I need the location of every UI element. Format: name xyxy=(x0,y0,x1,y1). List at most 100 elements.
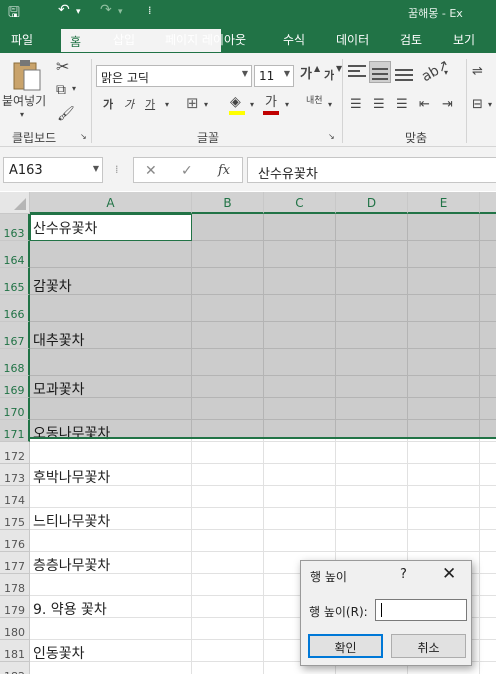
align-left-icon[interactable]: ☰ xyxy=(350,98,362,111)
name-box[interactable]: A163 ▼ xyxy=(3,157,103,183)
clipboard-launcher-icon[interactable]: ↘ xyxy=(80,133,87,141)
align-middle-icon[interactable] xyxy=(369,61,391,83)
bold-button[interactable]: 가 xyxy=(103,99,113,110)
cell-a[interactable] xyxy=(30,618,192,640)
row-header[interactable]: 178 xyxy=(0,574,30,596)
align-top-icon[interactable] xyxy=(348,63,366,79)
cell[interactable] xyxy=(192,442,264,464)
tab-formulas[interactable]: 수식 xyxy=(283,31,305,48)
tab-view[interactable]: 보기 xyxy=(453,31,475,48)
cell[interactable] xyxy=(264,530,336,552)
row-header[interactable]: 174 xyxy=(0,486,30,508)
cell[interactable] xyxy=(192,530,264,552)
cell[interactable] xyxy=(480,596,496,618)
row-header[interactable]: 169 xyxy=(0,376,30,398)
help-icon[interactable]: ? xyxy=(400,567,407,582)
row-header[interactable]: 179 xyxy=(0,596,30,618)
phonetic-dropdown-icon[interactable]: ▾ xyxy=(328,101,332,109)
cell[interactable] xyxy=(408,530,480,552)
cell[interactable] xyxy=(480,640,496,662)
row-header[interactable]: 181 xyxy=(0,640,30,662)
tab-page-layout[interactable]: 페이지 레이아웃 xyxy=(165,31,246,48)
copy-dropdown-icon[interactable]: ▾ xyxy=(72,85,76,93)
row-header[interactable]: 163 xyxy=(0,214,30,241)
font-size-select[interactable]: 11 ▼ xyxy=(254,65,294,87)
tab-review[interactable]: 검토 xyxy=(400,31,422,48)
cancel-icon[interactable]: ✕ xyxy=(145,164,157,178)
row-header[interactable]: 172 xyxy=(0,442,30,464)
cell-a[interactable]: 인동꽃차 xyxy=(30,640,192,662)
cell[interactable] xyxy=(264,486,336,508)
cell[interactable] xyxy=(264,508,336,530)
cell[interactable] xyxy=(264,442,336,464)
column-header-f[interactable] xyxy=(480,192,496,214)
cell-a[interactable]: 9. 약용 꽃차 xyxy=(30,596,192,618)
column-header-d[interactable]: D xyxy=(336,192,408,214)
column-header-e[interactable]: E xyxy=(408,192,480,214)
cell[interactable] xyxy=(408,508,480,530)
row-height-input[interactable] xyxy=(375,599,467,621)
font-color-button[interactable]: 가 xyxy=(265,96,277,109)
cell-a[interactable]: 느티나무꽃차 xyxy=(30,508,192,530)
cell[interactable] xyxy=(192,618,264,640)
row-header[interactable]: 166 xyxy=(0,295,30,322)
row-header[interactable]: 171 xyxy=(0,420,30,442)
cell-a[interactable]: 층층나무꽃차 xyxy=(30,552,192,574)
cell[interactable] xyxy=(480,618,496,640)
row-header[interactable]: 173 xyxy=(0,464,30,486)
fill-color-icon[interactable]: ◈ xyxy=(230,95,241,109)
cell[interactable] xyxy=(480,552,496,574)
cell-a[interactable] xyxy=(30,530,192,552)
cell[interactable] xyxy=(192,486,264,508)
tab-insert[interactable]: 삽입 xyxy=(113,31,135,48)
borders-icon[interactable]: ⊞ xyxy=(186,96,199,111)
align-right-icon[interactable]: ☰ xyxy=(396,98,408,111)
paste-button-label[interactable]: 붙여넣기 xyxy=(2,95,46,107)
cell[interactable] xyxy=(480,662,496,674)
insert-function-icon[interactable]: fx xyxy=(218,164,230,177)
font-launcher-icon[interactable]: ↘ xyxy=(328,133,335,141)
cell[interactable] xyxy=(480,508,496,530)
redo-icon[interactable]: ↷ xyxy=(100,2,112,18)
cell[interactable] xyxy=(192,464,264,486)
wrap-text-icon[interactable]: ⇌ xyxy=(472,65,483,78)
cell[interactable] xyxy=(192,552,264,574)
align-center-icon[interactable]: ☰ xyxy=(373,98,385,111)
cell[interactable] xyxy=(192,662,264,674)
undo-icon[interactable]: ↶ xyxy=(58,2,70,18)
cell-a[interactable] xyxy=(30,574,192,596)
increase-indent-icon[interactable]: ⇥ xyxy=(442,98,453,111)
cell-a[interactable] xyxy=(30,662,192,674)
cell[interactable] xyxy=(336,530,408,552)
column-header-b[interactable]: B xyxy=(192,192,264,214)
merge-dropdown-icon[interactable]: ▾ xyxy=(488,101,492,109)
italic-button[interactable]: 가 xyxy=(124,99,134,110)
row-header[interactable]: 182 xyxy=(0,662,30,674)
cell[interactable] xyxy=(480,464,496,486)
copy-icon[interactable]: ⧉ xyxy=(56,83,66,97)
cell[interactable] xyxy=(480,530,496,552)
cell[interactable] xyxy=(408,442,480,464)
underline-button[interactable]: 가 xyxy=(145,99,155,110)
cell-a[interactable] xyxy=(30,442,192,464)
merge-center-icon[interactable]: ⊟ xyxy=(472,98,483,111)
tab-file[interactable]: 파일 xyxy=(11,31,33,48)
fill-color-dropdown-icon[interactable]: ▾ xyxy=(250,101,254,109)
cell[interactable] xyxy=(336,508,408,530)
row-header[interactable]: 177 xyxy=(0,552,30,574)
cell[interactable] xyxy=(336,486,408,508)
cell[interactable] xyxy=(480,442,496,464)
font-name-select[interactable]: 맑은 고딕 ▼ xyxy=(96,65,252,87)
column-header-c[interactable]: C xyxy=(264,192,336,214)
select-all-corner[interactable] xyxy=(0,192,30,214)
enter-icon[interactable]: ✓ xyxy=(181,164,193,178)
formula-input[interactable]: 산수유꽃차 xyxy=(247,157,496,183)
cell-a[interactable] xyxy=(30,486,192,508)
cell[interactable] xyxy=(192,508,264,530)
underline-dropdown-icon[interactable]: ▾ xyxy=(165,101,169,109)
row-header[interactable]: 165 xyxy=(0,268,30,295)
undo-dropdown-icon[interactable]: ▾ xyxy=(76,7,81,17)
cell[interactable] xyxy=(408,464,480,486)
column-header-a[interactable]: A xyxy=(30,192,192,214)
cut-icon[interactable]: ✂ xyxy=(56,59,69,75)
